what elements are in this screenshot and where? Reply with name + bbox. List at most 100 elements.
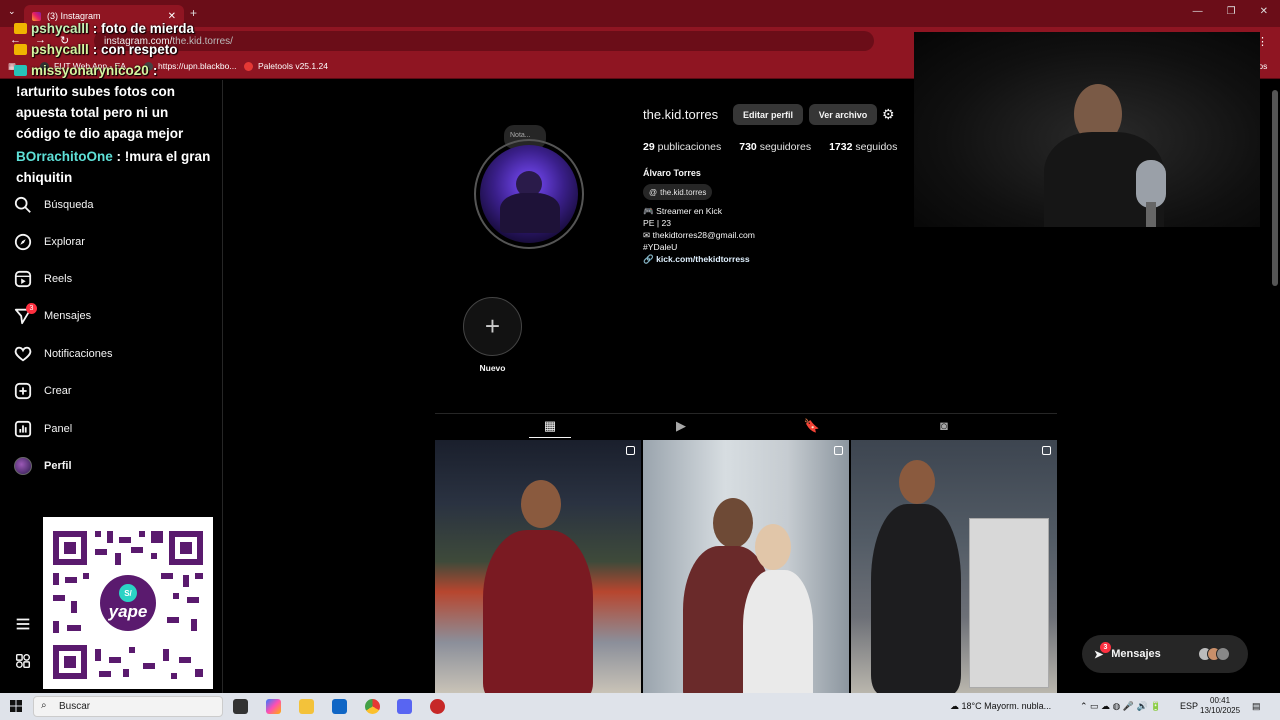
new-highlight-button[interactable]: + bbox=[463, 297, 522, 356]
view-archive-button[interactable]: Ver archivo bbox=[809, 104, 877, 125]
compass-icon bbox=[14, 233, 32, 251]
taskbar-search-input[interactable]: ⌕ Buscar bbox=[33, 696, 223, 717]
bio-line: #YDaleU bbox=[643, 242, 678, 252]
clock-time: 00:41 bbox=[1210, 696, 1231, 705]
nav-label: Panel bbox=[44, 423, 73, 435]
restore-icon[interactable]: ❐ bbox=[1227, 6, 1236, 17]
qr-code-icon: S/ yape bbox=[43, 517, 213, 689]
nav-profile[interactable]: Perfil bbox=[14, 457, 72, 475]
tab-saved[interactable]: 🔖 bbox=[797, 418, 827, 434]
messages-pill-badge: 3 bbox=[1100, 641, 1111, 653]
carousel-icon bbox=[1042, 446, 1051, 455]
carousel-icon bbox=[626, 446, 635, 455]
tab-reels[interactable]: ▶ bbox=[666, 418, 696, 434]
clock-date: 13/10/2025 bbox=[1200, 706, 1241, 715]
nav-notifications[interactable]: Notificaciones bbox=[14, 345, 112, 363]
notification-center-icon[interactable]: ▤ bbox=[1252, 701, 1261, 712]
tab-tagged[interactable]: ◙ bbox=[929, 418, 959, 433]
threads-badge[interactable]: @ the.kid.torres bbox=[643, 184, 713, 200]
weather-desc: Mayorm. nubla... bbox=[984, 701, 1052, 711]
subscriber-badge-icon bbox=[14, 65, 27, 76]
nav-label: Notificaciones bbox=[44, 348, 113, 360]
post-thumbnail[interactable] bbox=[851, 440, 1057, 693]
chat-username: pshycalll bbox=[31, 21, 89, 36]
chat-text: : foto de mierda bbox=[92, 21, 195, 36]
scrollbar-thumb[interactable] bbox=[1272, 90, 1278, 286]
chat-username: missyonarynico20 bbox=[31, 63, 149, 78]
messages-pill-label: Mensajes bbox=[1111, 648, 1161, 660]
copilot-icon[interactable] bbox=[266, 699, 281, 714]
controller-icon: 🎮 bbox=[643, 206, 657, 216]
qr-brand-label: yape bbox=[108, 602, 148, 621]
profile-username: the.kid.torres bbox=[643, 107, 719, 122]
edit-profile-button[interactable]: Editar perfil bbox=[733, 104, 803, 125]
messenger-icon: ➤ 3 bbox=[1094, 641, 1111, 661]
nav-label: Búsqueda bbox=[44, 199, 94, 211]
note-placeholder: Nota... bbox=[510, 132, 531, 139]
weather-widget[interactable]: ☁ 18°C Mayorm. nubla... bbox=[950, 701, 1051, 712]
gear-icon[interactable]: ⚙ bbox=[882, 106, 895, 123]
profile-full-name: Álvaro Torres bbox=[643, 168, 701, 178]
chrome-profile-icon[interactable] bbox=[430, 699, 445, 714]
chat-message: pshycalll : con respeto bbox=[14, 39, 214, 60]
chat-text: : bbox=[152, 63, 158, 78]
taskbar-search-placeholder: Buscar bbox=[59, 701, 91, 712]
nav-label: Reels bbox=[44, 273, 73, 285]
windows-taskbar: ⌕ Buscar ☁ 18°C Mayorm. nubla... ⌃ ▭ ☁ ◍… bbox=[0, 693, 1280, 720]
window-controls: — ❐ ✕ bbox=[1193, 6, 1268, 17]
nav-label: Perfil bbox=[44, 460, 72, 472]
nav-more[interactable] bbox=[14, 615, 32, 633]
outlook-icon[interactable] bbox=[332, 699, 347, 714]
post-thumbnail[interactable] bbox=[435, 440, 641, 693]
bookmark-label: Paletools v25.1.24 bbox=[258, 61, 328, 71]
stream-chat-overlay: pshycalll : foto de mierda pshycalll : c… bbox=[14, 18, 214, 188]
task-view-icon[interactable] bbox=[233, 699, 248, 714]
language-indicator[interactable]: ESP bbox=[1180, 701, 1198, 711]
profile-stats: 29 publicaciones 730 seguidores 1732 seg… bbox=[643, 141, 897, 153]
tab-list-icon[interactable]: ⌄ bbox=[8, 6, 16, 17]
discord-icon[interactable] bbox=[397, 699, 412, 714]
qr-currency-label: S/ bbox=[124, 589, 132, 598]
chat-message: BOrrachitoOne : !mura el gran chiquitin bbox=[14, 146, 214, 188]
nav-search[interactable]: Búsqueda bbox=[14, 196, 94, 214]
mail-icon: ✉ bbox=[643, 230, 653, 240]
nav-messages[interactable]: 3 Mensajes bbox=[14, 303, 91, 325]
chat-text: : con respeto bbox=[92, 42, 178, 57]
weather-temp: 18°C bbox=[961, 701, 982, 711]
nav-reels[interactable]: Reels bbox=[14, 270, 72, 288]
following-stat[interactable]: 1732 seguidos bbox=[829, 141, 897, 153]
close-window-icon[interactable]: ✕ bbox=[1260, 6, 1268, 17]
nav-panel[interactable]: Panel bbox=[14, 420, 72, 438]
nav-create[interactable]: Crear bbox=[14, 382, 72, 400]
nav-explore[interactable]: Explorar bbox=[14, 233, 85, 251]
post-thumbnail[interactable] bbox=[643, 440, 849, 693]
tab-posts-grid[interactable]: ▦ bbox=[535, 418, 565, 434]
active-tab-indicator bbox=[529, 437, 571, 438]
carousel-icon bbox=[834, 446, 843, 455]
bio-line: Streamer en Kick bbox=[656, 206, 723, 216]
minimize-icon[interactable]: — bbox=[1193, 6, 1203, 17]
threads-icon: @ bbox=[649, 187, 658, 197]
profile-photo bbox=[480, 145, 578, 243]
bio-link[interactable]: 🔗 kick.com/thekidtorress bbox=[643, 253, 755, 265]
taskbar-clock[interactable]: 00:41 13/10/2025 bbox=[1200, 696, 1240, 716]
messages-floating-button[interactable]: ➤ 3 Mensajes bbox=[1082, 635, 1248, 673]
page-scrollbar[interactable] bbox=[1270, 80, 1280, 693]
posts-stat[interactable]: 29 publicaciones bbox=[643, 141, 721, 153]
windows-start-icon[interactable] bbox=[10, 700, 22, 712]
plus-square-icon bbox=[14, 382, 32, 400]
paletools-favicon-icon bbox=[244, 61, 253, 71]
file-explorer-icon[interactable] bbox=[299, 699, 314, 714]
tray-icons[interactable]: ⌃ ▭ ☁ ◍ 🎤 🔊 🔋 bbox=[1080, 701, 1162, 712]
plus-icon: + bbox=[484, 311, 501, 341]
reels-icon bbox=[14, 270, 32, 288]
recent-chat-avatars bbox=[1198, 647, 1230, 661]
following-count: 1732 bbox=[829, 141, 853, 153]
followers-stat[interactable]: 730 seguidores bbox=[739, 141, 811, 153]
chrome-icon[interactable] bbox=[365, 699, 380, 714]
profile-picture[interactable] bbox=[474, 139, 584, 249]
search-icon bbox=[14, 196, 31, 213]
bookmark-paletools[interactable]: Paletools v25.1.24 bbox=[244, 61, 328, 71]
threads-handle: the.kid.torres bbox=[660, 187, 707, 197]
nav-apps[interactable] bbox=[14, 652, 32, 670]
